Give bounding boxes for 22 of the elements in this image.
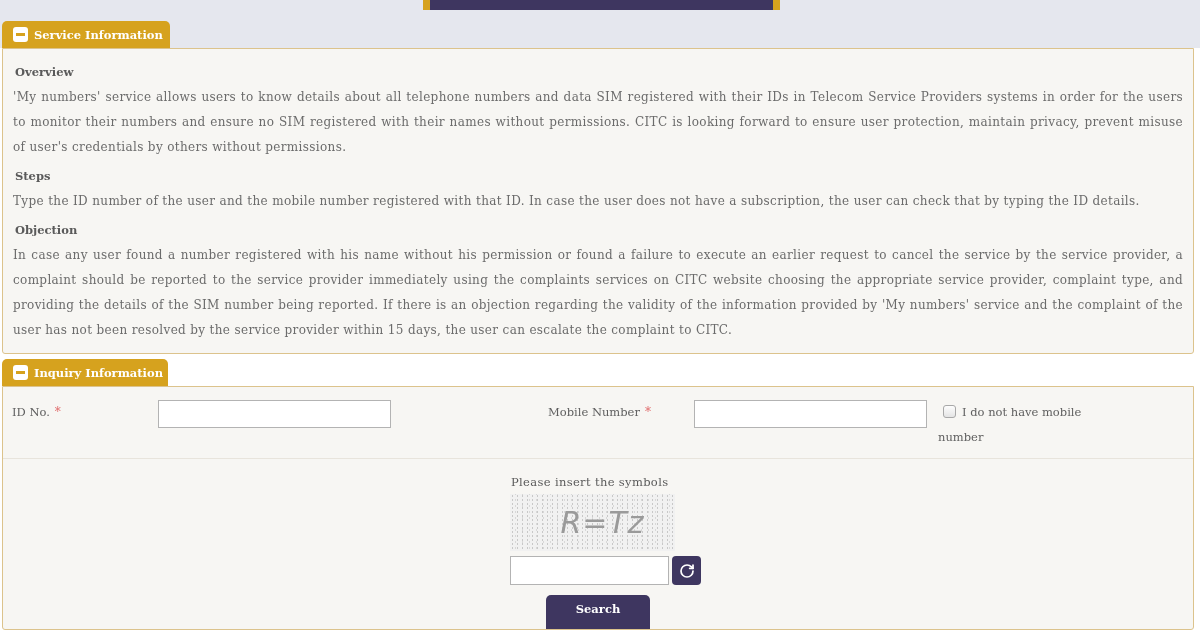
required-mark: * (54, 404, 61, 421)
section-text: 'My numbers' service allows users to know details about all telephone numbers and data SIM registered with their IDs in Telecom Service Providers systems in order for the users to monitor their numbers and ensure no SIM registered with their names without permissions. CITC is looking forward to ensure user protection, maintain privacy, prevent misuse of user's credentials by others without permissions. (13, 89, 1183, 156)
input-field[interactable] (694, 400, 927, 428)
refresh-icon (678, 562, 695, 579)
section-heading: Objection (14, 222, 79, 239)
section-heading: Steps (14, 168, 52, 185)
checkbox-label[interactable]: I do not have mobile number (938, 400, 1092, 450)
captcha-input[interactable] (510, 556, 669, 585)
section-heading: Overview (14, 64, 75, 81)
section-text: In case any user found a number registered with his name without his permission or found a failure to execute an earlier request to cancel the service by the service provider, a complaint should be reported to the service provider immediately using the complaints services on CITC website choosing the appropriate service provider, complaint type, and providing the details of the SIM number being reported. If there is an objection regarding the validity of the information provided by 'My numbers' service and the complaint of the user has not been resolved by the service provider within 15 days, the user can escalate the complaint to CITC. (13, 247, 1183, 339)
input-field[interactable] (158, 400, 391, 428)
field-label: Mobile Number (548, 404, 640, 421)
collapse-icon[interactable] (13, 27, 28, 42)
checkbox[interactable] (943, 405, 956, 418)
captcha-image: R=Tz (510, 494, 675, 551)
refresh-button[interactable] (672, 556, 701, 585)
required-mark: * (644, 404, 651, 421)
section-text: Type the ID number of the user and the mobile number registered with that ID. In case the user does not have a subscription, the user can check that by typing the ID details. (13, 193, 1141, 210)
collapse-icon[interactable] (13, 365, 28, 380)
search-button[interactable]: Search (546, 595, 650, 629)
captcha-prompt: Please insert the symbols (511, 474, 669, 490)
field-label: ID No. (12, 404, 50, 421)
